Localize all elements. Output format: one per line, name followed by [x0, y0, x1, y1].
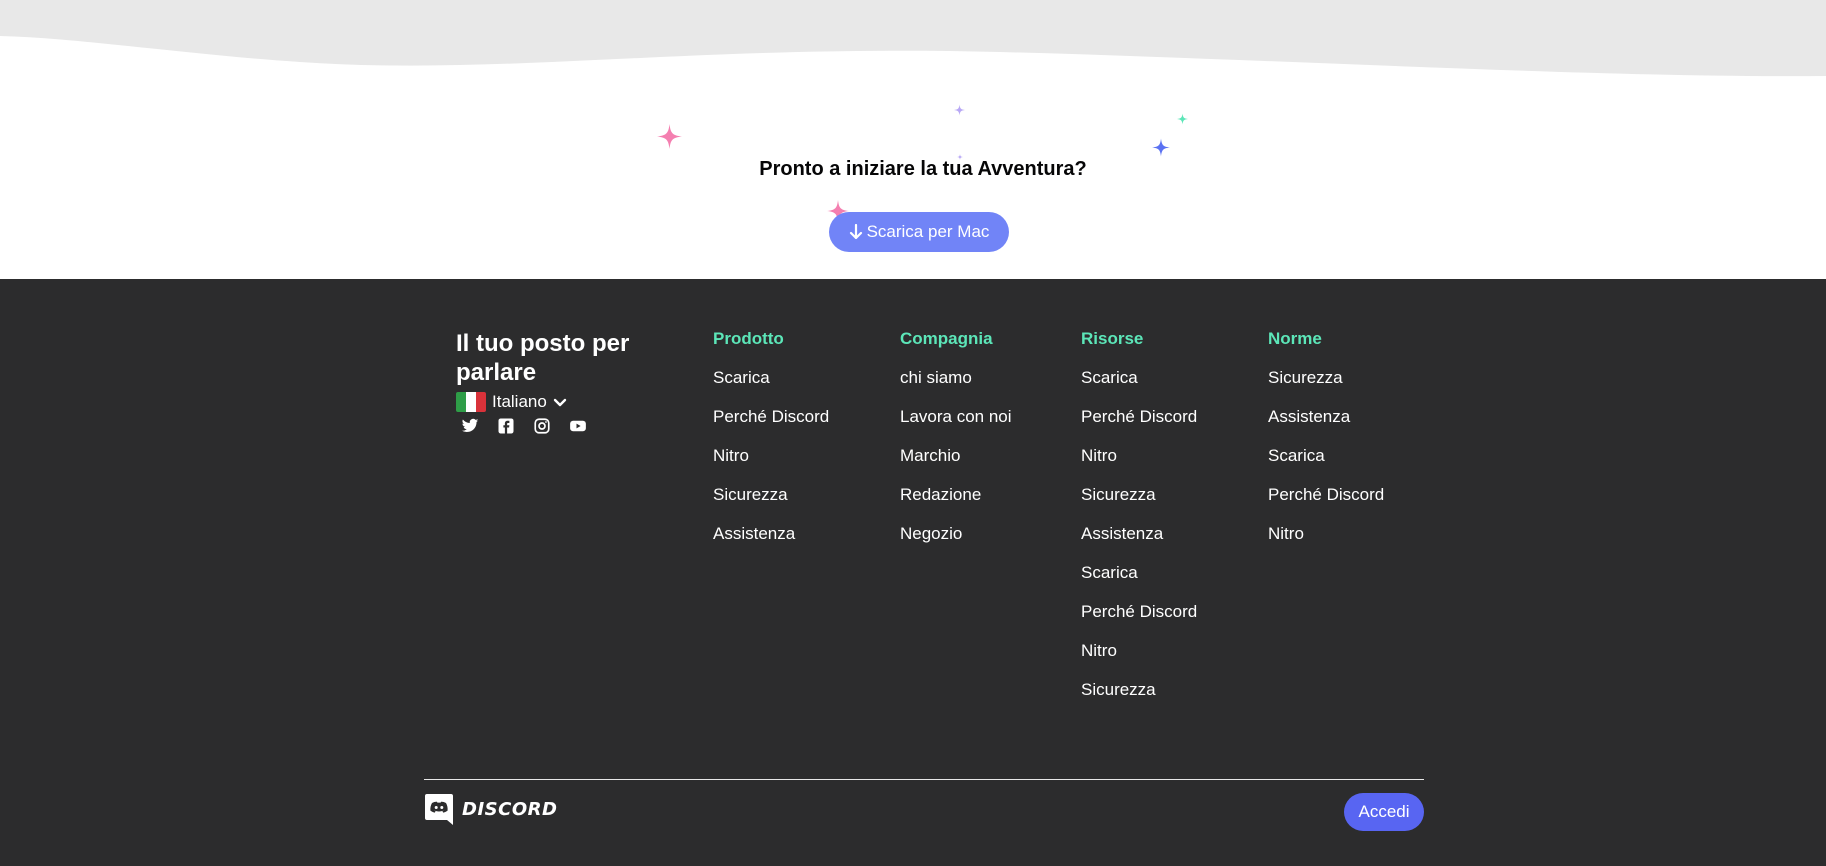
- footer-tagline: Il tuo posto per parlare: [456, 330, 630, 386]
- footer-link[interactable]: Perché Discord: [1081, 407, 1197, 446]
- footer-divider: [424, 779, 1424, 780]
- footer-link[interactable]: Marchio: [900, 446, 1012, 485]
- social-links: [460, 416, 588, 436]
- column-heading: Risorse: [1081, 329, 1144, 348]
- discord-logo[interactable]: DISCORD: [424, 792, 557, 826]
- footer-link[interactable]: Nitro: [1081, 446, 1197, 485]
- sparkle-green-icon: [1177, 113, 1188, 125]
- footer-link[interactable]: Scarica: [713, 368, 829, 407]
- footer-link[interactable]: Perché Discord: [1081, 602, 1197, 641]
- twitter-icon[interactable]: [460, 416, 480, 436]
- footer-link[interactable]: Nitro: [1268, 524, 1384, 563]
- youtube-icon[interactable]: [568, 416, 588, 436]
- column-heading: Prodotto: [713, 329, 784, 348]
- footer-link[interactable]: Scarica: [1081, 563, 1197, 602]
- footer-link[interactable]: Redazione: [900, 485, 1012, 524]
- footer-column-prodotto: Prodotto Scarica Perché Discord Nitro Si…: [713, 329, 829, 563]
- download-mac-label: Scarica per Mac: [866, 222, 990, 241]
- footer-link[interactable]: Assistenza: [713, 524, 829, 563]
- site-footer: Il tuo posto per parlare Italiano Prodot…: [0, 279, 1826, 866]
- footer-link[interactable]: Perché Discord: [1268, 485, 1384, 524]
- flag-italy-icon: [456, 392, 486, 412]
- footer-link[interactable]: Sicurezza: [1081, 485, 1197, 524]
- footer-link[interactable]: chi siamo: [900, 368, 1012, 407]
- download-cta-section: Pronto a iniziare la tua Avventura? Scar…: [0, 0, 1826, 279]
- column-heading: Norme: [1268, 329, 1322, 348]
- column-heading: Compagnia: [900, 329, 993, 348]
- footer-column-norme: Norme Sicurezza Assistenza Scarica Perch…: [1268, 329, 1384, 563]
- footer-link[interactable]: Assistenza: [1081, 524, 1197, 563]
- footer-link[interactable]: Lavora con noi: [900, 407, 1012, 446]
- footer-link[interactable]: Perché Discord: [713, 407, 829, 446]
- wave-decoration: [0, 0, 1826, 77]
- language-selector[interactable]: Italiano: [456, 392, 567, 412]
- footer-link[interactable]: Sicurezza: [1081, 680, 1197, 719]
- footer-column-risorse: Risorse Scarica Perché Discord Nitro Sic…: [1081, 329, 1197, 719]
- footer-link[interactable]: Nitro: [713, 446, 829, 485]
- download-mac-button[interactable]: Scarica per Mac: [829, 212, 1009, 252]
- cta-title: Pronto a iniziare la tua Avventura?: [759, 158, 1087, 180]
- arrow-down-icon: [849, 224, 862, 240]
- sparkle-blue-icon: [1152, 138, 1170, 157]
- chevron-down-icon: [553, 398, 567, 407]
- footer-column-compagnia: Compagnia chi siamo Lavora con noi March…: [900, 329, 1012, 563]
- footer-link[interactable]: Nitro: [1081, 641, 1197, 680]
- footer-link[interactable]: Scarica: [1081, 368, 1197, 407]
- login-button[interactable]: Accedi: [1344, 793, 1424, 831]
- discord-logo-icon: [425, 794, 453, 825]
- footer-link[interactable]: Scarica: [1268, 446, 1384, 485]
- logo-wordmark: DISCORD: [462, 798, 558, 820]
- facebook-icon[interactable]: [496, 416, 516, 436]
- language-label: Italiano: [492, 392, 547, 411]
- footer-link[interactable]: Sicurezza: [713, 485, 829, 524]
- footer-link[interactable]: Assistenza: [1268, 407, 1384, 446]
- footer-link[interactable]: Negozio: [900, 524, 1012, 563]
- sparkle-violet-icon: [954, 104, 965, 116]
- sparkle-pink-large-icon: [657, 124, 682, 149]
- footer-link[interactable]: Sicurezza: [1268, 368, 1384, 407]
- instagram-icon[interactable]: [532, 416, 552, 436]
